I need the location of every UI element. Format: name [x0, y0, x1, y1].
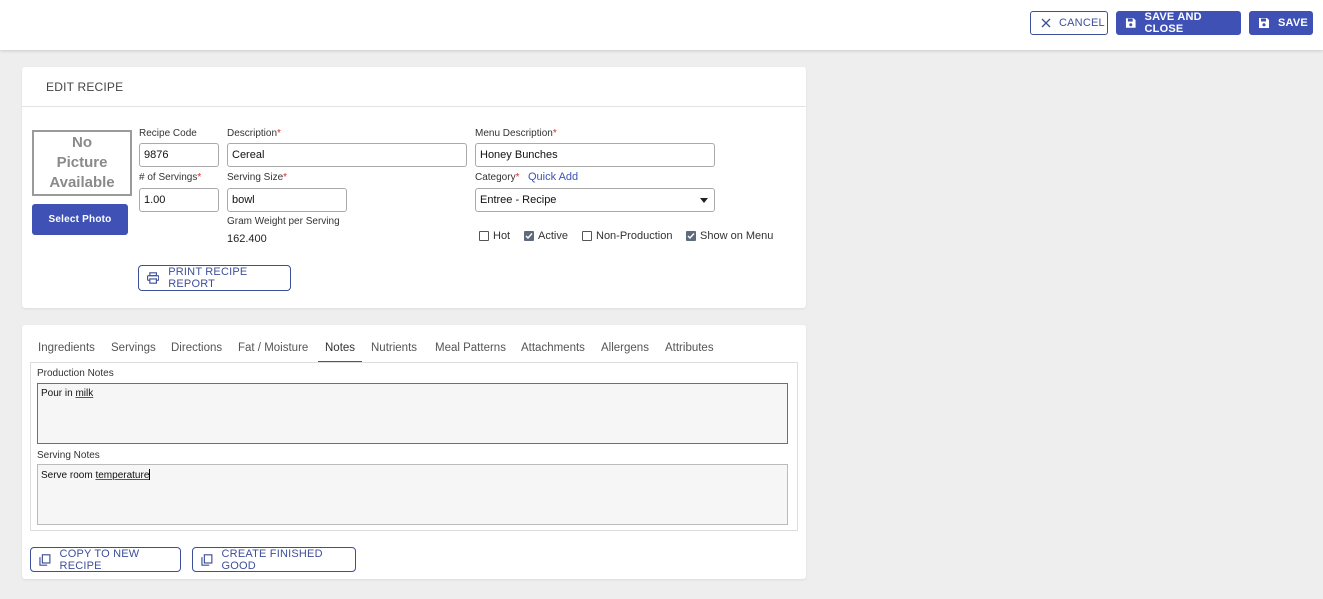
gram-weight-value: 162.400 — [227, 233, 267, 245]
save-label: SAVE — [1278, 17, 1308, 29]
category-label-text: Category — [475, 172, 516, 183]
close-icon — [1041, 18, 1051, 28]
gram-weight-label: Gram Weight per Serving — [227, 216, 340, 227]
tab-nutrients[interactable]: Nutrients — [371, 341, 417, 363]
tab-attachments[interactable]: Attachments — [521, 341, 585, 363]
required-mark: * — [277, 128, 281, 139]
required-mark: * — [283, 172, 288, 183]
production-notes-textarea[interactable]: Pour in milk — [37, 383, 788, 444]
description-label-text: Description — [227, 128, 278, 139]
serving-size-label-text: Serving Size — [227, 172, 284, 183]
quick-add-link[interactable]: Quick Add — [528, 171, 578, 183]
save-icon — [1125, 18, 1136, 28]
checkbox-unchecked-icon — [479, 231, 489, 241]
checkbox-non-production-label: Non-Production — [596, 230, 673, 242]
checkbox-active-label: Active — [538, 230, 568, 242]
cancel-button[interactable]: CANCEL — [1030, 11, 1108, 35]
menu-description-label-text: Menu Description — [475, 128, 553, 139]
top-toolbar: CANCEL SAVE AND CLOSE SAVE — [0, 0, 1323, 50]
select-photo-label: Select Photo — [48, 214, 112, 225]
tab-meal-patterns[interactable]: Meal Patterns — [435, 341, 506, 363]
required-mark: * — [197, 172, 202, 183]
serving-notes-text: Serve room — [41, 470, 96, 481]
checkbox-unchecked-icon — [582, 231, 592, 241]
recipe-tabs-card: Ingredients Servings Directions Fat / Mo… — [22, 325, 806, 579]
recipe-code-input[interactable]: 9876 — [139, 143, 219, 167]
checkbox-show-on-menu-label: Show on Menu — [700, 230, 774, 242]
tab-ingredients[interactable]: Ingredients — [38, 341, 95, 363]
tab-attributes[interactable]: Attributes — [665, 341, 714, 363]
checkbox-checked-icon — [686, 231, 696, 241]
recipe-code-label: Recipe Code — [139, 128, 197, 139]
menu-description-label: Menu Description* — [475, 128, 557, 139]
card-header: EDIT RECIPE — [22, 67, 806, 107]
servings-label: # of Servings* — [139, 172, 201, 183]
no-picture-line-3: Available — [49, 174, 115, 191]
save-icon — [1259, 18, 1269, 28]
save-and-close-button[interactable]: SAVE AND CLOSE — [1116, 11, 1241, 35]
required-mark: * — [552, 128, 557, 139]
serving-size-label: Serving Size* — [227, 172, 287, 183]
save-button[interactable]: SAVE — [1249, 11, 1313, 35]
copy-to-new-recipe-label: COPY TO NEW RECIPE — [59, 547, 140, 572]
production-notes-label: Production Notes — [37, 368, 114, 379]
checkbox-checked-icon — [524, 231, 534, 241]
printer-icon — [147, 272, 160, 284]
required-mark: * — [515, 172, 520, 183]
category-select[interactable]: Entree - Recipe — [475, 188, 715, 212]
no-picture-line-1: No — [72, 134, 92, 151]
serving-size-input[interactable]: bowl — [227, 188, 347, 212]
print-recipe-report-label: PRINT RECIPE REPORT — [168, 266, 248, 290]
no-picture-line-2: Picture — [56, 154, 108, 171]
copy-icon — [39, 553, 51, 566]
description-label: Description* — [227, 128, 281, 139]
tab-notes[interactable]: Notes — [318, 341, 363, 363]
copy-to-new-recipe-button[interactable]: COPY TO NEW RECIPE — [30, 547, 181, 572]
tab-directions[interactable]: Directions — [171, 341, 222, 363]
cancel-button-label: CANCEL — [1059, 17, 1105, 29]
servings-input[interactable]: 1.00 — [139, 188, 219, 212]
production-notes-text: Pour in — [41, 388, 76, 399]
dropdown-arrow-icon — [700, 198, 708, 203]
no-picture-placeholder: No Picture Available — [32, 130, 132, 196]
servings-label-text: # of Servings — [139, 172, 198, 183]
production-notes-underlined-word: milk — [75, 388, 94, 399]
description-input[interactable]: Cereal — [227, 143, 467, 167]
category-selected-value: Entree - Recipe — [480, 194, 557, 206]
checkbox-non-production[interactable]: Non-Production — [582, 230, 672, 242]
serving-notes-textarea[interactable]: Serve room temperature — [37, 464, 788, 525]
category-label: Category* — [475, 172, 519, 183]
copy-icon — [201, 553, 213, 566]
create-finished-good-button[interactable]: CREATE FINISHED GOOD — [192, 547, 356, 572]
text-cursor — [149, 469, 151, 480]
tab-allergens[interactable]: Allergens — [601, 341, 649, 363]
menu-description-input[interactable]: Honey Bunches — [475, 143, 715, 167]
notes-panel: Production Notes Pour in milk Serving No… — [30, 362, 798, 531]
serving-notes-underlined-word: temperature — [95, 470, 150, 481]
edit-recipe-card: EDIT RECIPE No Picture Available Select … — [22, 67, 806, 308]
save-and-close-label: SAVE AND CLOSE — [1144, 11, 1202, 35]
create-finished-good-label: CREATE FINISHED GOOD — [221, 547, 323, 572]
checkbox-hot-label: Hot — [493, 230, 511, 242]
checkbox-hot[interactable]: Hot — [479, 230, 510, 242]
tab-servings[interactable]: Servings — [111, 341, 156, 363]
checkbox-active[interactable]: Active — [524, 230, 568, 242]
tab-fat-moisture[interactable]: Fat / Moisture — [238, 341, 308, 363]
select-photo-button[interactable]: Select Photo — [32, 204, 128, 235]
serving-notes-label: Serving Notes — [37, 450, 100, 461]
checkbox-show-on-menu[interactable]: Show on Menu — [686, 230, 773, 242]
print-recipe-report-button[interactable]: PRINT RECIPE REPORT — [138, 265, 291, 291]
page-title: EDIT RECIPE — [46, 80, 124, 94]
